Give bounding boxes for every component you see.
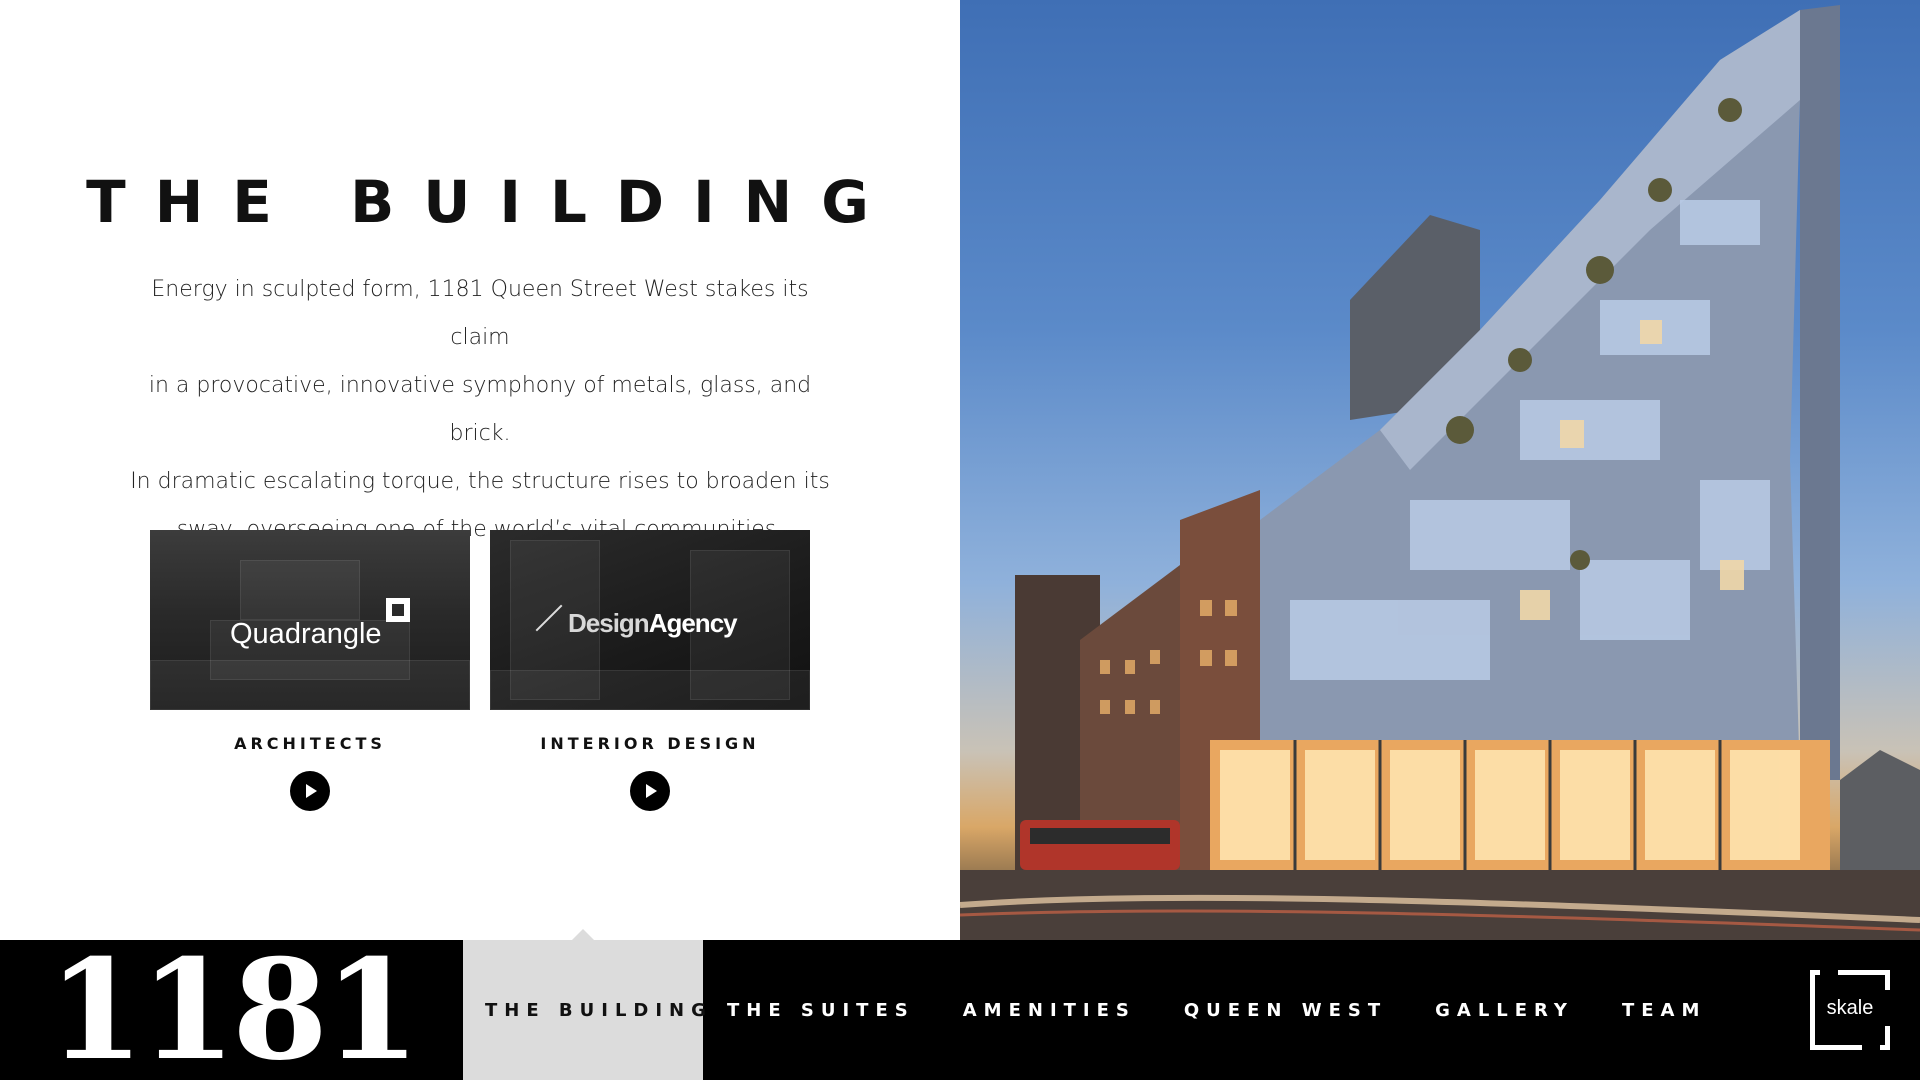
skale-logo-frame: [1810, 1030, 1862, 1050]
quadrangle-logo: Quadrangle: [230, 618, 382, 650]
skale-logo-frame: [1838, 970, 1890, 990]
skale-logo-text: skale: [1826, 997, 1874, 1019]
architects-card: Quadrangle ARCHITECTS: [150, 530, 470, 811]
intro-line: Energy in sculpted form, 1181 Queen Stre…: [151, 277, 809, 350]
interior-design-card: DesignAgency INTERIOR DESIGN: [490, 530, 810, 811]
skale-logo-frame: [1880, 1026, 1890, 1050]
intro-line: in a provocative, innovative symphony of…: [148, 373, 812, 446]
design-agency-logo: DesignAgency: [568, 608, 738, 639]
1181-logo[interactable]: 1181: [48, 940, 420, 1080]
intro-text: Energy in sculpted form, 1181 Queen Stre…: [120, 266, 840, 554]
content-panel: THE BUILDING Energy in sculpted form, 11…: [0, 0, 960, 940]
architects-label: ARCHITECTS: [234, 734, 386, 753]
interior-design-video-thumbnail[interactable]: DesignAgency: [490, 530, 810, 710]
intro-line: In dramatic escalating torque, the struc…: [130, 469, 830, 494]
skale-logo[interactable]: skale: [1810, 970, 1890, 1050]
nav-menu: THE BUILDING THE SUITES AMENITIES QUEEN …: [463, 940, 1730, 1080]
nav-item-amenities[interactable]: AMENITIES: [939, 940, 1160, 1080]
nav-item-team[interactable]: TEAM: [1598, 940, 1730, 1080]
architects-video-thumbnail[interactable]: Quadrangle: [150, 530, 470, 710]
bottom-navigation: 1181 THE BUILDING THE SUITES AMENITIES Q…: [0, 940, 1920, 1080]
nav-item-queen-west[interactable]: QUEEN WEST: [1160, 940, 1411, 1080]
nav-item-the-building[interactable]: THE BUILDING: [463, 940, 706, 1080]
interior-design-label: INTERIOR DESIGN: [540, 734, 760, 753]
design-agency-logo-part: Design: [568, 608, 650, 638]
interior-design-play-button[interactable]: [630, 771, 670, 811]
play-icon: [306, 784, 317, 798]
architects-play-button[interactable]: [290, 771, 330, 811]
quadrangle-logo-square-icon: [386, 598, 410, 622]
nav-item-gallery[interactable]: GALLERY: [1411, 940, 1598, 1080]
active-tab-caret: [572, 929, 594, 940]
play-icon: [646, 784, 657, 798]
building-rendering-image: [960, 0, 1920, 940]
nav-item-the-suites[interactable]: THE SUITES: [703, 940, 939, 1080]
design-agency-logo-part: Agency: [648, 608, 738, 638]
building-illustration: [960, 5, 1920, 940]
page-title: THE BUILDING: [86, 168, 898, 236]
